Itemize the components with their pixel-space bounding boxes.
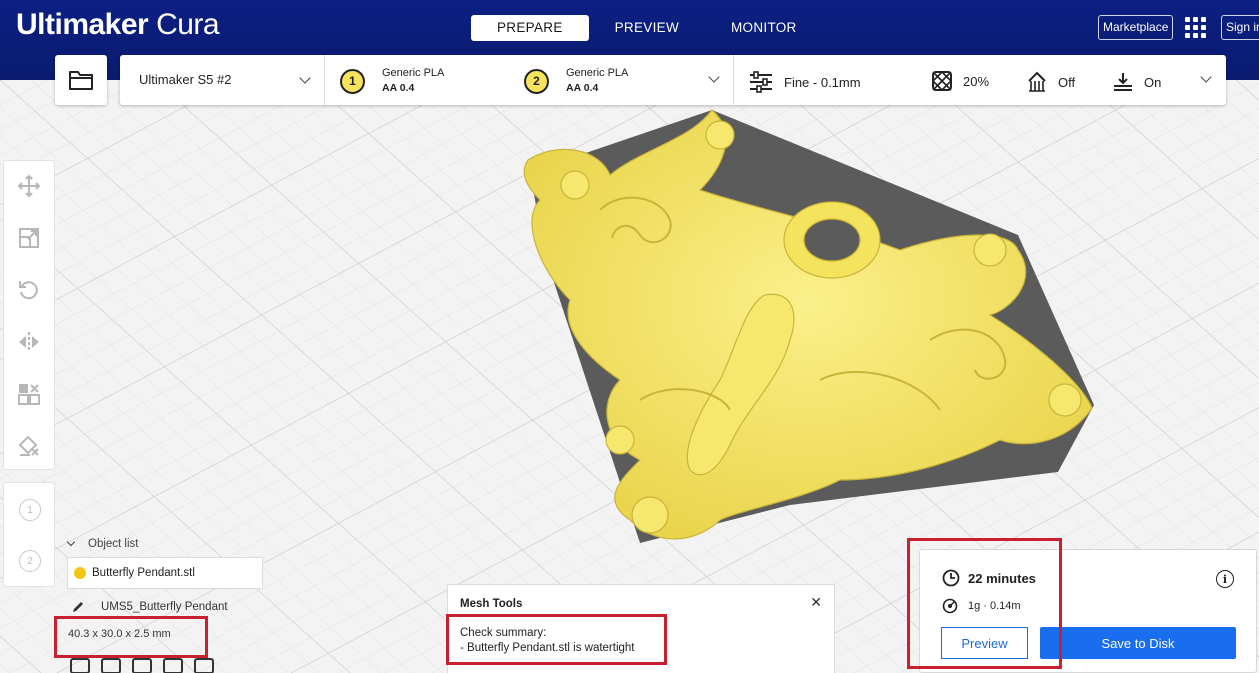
applications-grid-icon[interactable]	[1185, 17, 1207, 39]
view-3d-icon[interactable]	[70, 658, 90, 673]
pencil-icon[interactable]	[72, 601, 84, 613]
extruder-select-panel: 1 2	[3, 482, 55, 587]
mesh-tools-title: Mesh Tools	[460, 598, 523, 610]
adhesion-icon	[1114, 73, 1132, 91]
highlight-annotation	[54, 616, 208, 658]
extruder-2-material: Generic PLA	[566, 67, 629, 79]
chevron-down-icon	[1200, 71, 1212, 83]
logo-brand: Ultimaker	[16, 8, 149, 41]
view-top-icon[interactable]	[132, 658, 152, 673]
support-blocker-icon[interactable]	[17, 434, 41, 458]
logo-product: Cura	[156, 8, 220, 41]
open-file-button[interactable]	[55, 55, 107, 105]
infill-icon	[932, 71, 952, 91]
extruder-2-mini-button[interactable]: 2	[19, 550, 41, 572]
folder-icon	[69, 71, 93, 90]
settings-sliders-icon	[750, 71, 772, 93]
marketplace-button[interactable]: Marketplace	[1098, 15, 1174, 40]
app-logo: Ultimaker Cura	[16, 8, 220, 42]
extruder-1-badge: 1	[340, 68, 365, 94]
extruder-1-material: Generic PLA	[382, 67, 445, 79]
printer-selector[interactable]: Ultimaker S5 #2	[120, 55, 324, 105]
info-icon[interactable]: i	[1216, 570, 1234, 588]
chevron-down-icon	[299, 72, 311, 84]
object-name: Butterfly Pendant.stl	[92, 567, 195, 579]
tab-monitor[interactable]: MONITOR	[705, 15, 823, 41]
profile-label: Fine - 0.1mm	[784, 74, 861, 90]
camera-view-buttons	[70, 658, 214, 673]
extruder-1-mini-button[interactable]: 1	[19, 499, 41, 521]
save-to-disk-button[interactable]: Save to Disk	[1040, 627, 1236, 659]
object-list-item[interactable]: Butterfly Pendant.stl	[67, 557, 263, 589]
per-model-settings-icon[interactable]	[17, 382, 41, 406]
extruder-2-badge: 2	[524, 68, 549, 94]
tab-preview[interactable]: PREVIEW	[589, 15, 705, 41]
chevron-down-icon	[66, 537, 76, 547]
transform-tools-panel	[3, 160, 55, 470]
move-tool-icon[interactable]	[17, 174, 41, 198]
object-list-title: Object list	[88, 538, 139, 550]
support-value: Off	[1058, 74, 1076, 90]
stage-tabs: PREPARE PREVIEW MONITOR	[471, 15, 823, 41]
chevron-down-icon	[708, 71, 720, 83]
highlight-annotation	[907, 538, 1062, 669]
close-icon[interactable]: ✕	[810, 594, 822, 611]
job-name: UMS5_Butterfly Pendant	[101, 601, 228, 613]
highlight-annotation	[446, 614, 667, 665]
printer-name: Ultimaker S5 #2	[139, 72, 232, 87]
sign-in-button[interactable]: Sign in	[1221, 15, 1259, 40]
scale-tool-icon[interactable]	[17, 226, 41, 250]
support-icon	[1028, 71, 1046, 92]
object-list-toggle[interactable]: Object list	[66, 537, 139, 550]
material-selector[interactable]: 1 Generic PLA AA 0.4 2 Generic PLA AA 0.…	[325, 55, 733, 105]
extruder-color-dot	[74, 567, 86, 579]
rotate-tool-icon[interactable]	[17, 278, 41, 302]
extruder-2-core: AA 0.4	[566, 82, 599, 94]
view-right-icon[interactable]	[194, 658, 214, 673]
extruder-1: 1 Generic PLA AA 0.4	[340, 66, 444, 96]
view-left-icon[interactable]	[163, 658, 183, 673]
job-name-row[interactable]: UMS5_Butterfly Pendant	[72, 601, 228, 613]
extruder-2: 2 Generic PLA AA 0.4	[524, 66, 628, 96]
print-setup-toolbar: Ultimaker S5 #2 1 Generic PLA AA 0.4 2 G…	[120, 55, 1226, 105]
mirror-tool-icon[interactable]	[17, 330, 41, 354]
tab-prepare[interactable]: PREPARE	[471, 15, 589, 41]
extruder-1-core: AA 0.4	[382, 82, 415, 94]
print-settings-selector[interactable]: Fine - 0.1mm 20% Off On	[734, 55, 1226, 105]
infill-value: 20%	[963, 73, 990, 89]
view-front-icon[interactable]	[101, 658, 121, 673]
adhesion-value: On	[1144, 74, 1162, 90]
